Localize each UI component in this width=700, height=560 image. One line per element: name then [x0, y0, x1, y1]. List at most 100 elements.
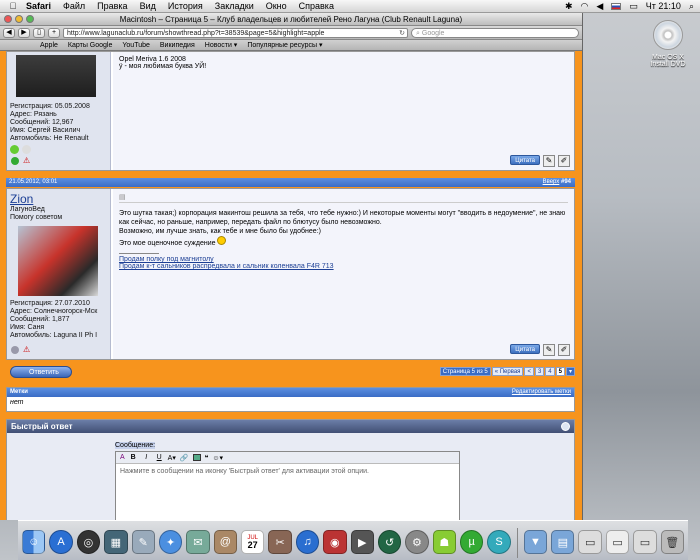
dvd-icon[interactable]: [653, 20, 683, 50]
pager-prev[interactable]: <: [524, 367, 534, 376]
bookmark-wikipedia[interactable]: Википедия: [160, 42, 195, 49]
apple-menu-icon[interactable]: : [6, 1, 20, 11]
pager-page-3[interactable]: 3: [534, 367, 545, 376]
forward-button[interactable]: ▶: [18, 27, 30, 38]
stack-icon[interactable]: ▭: [578, 530, 602, 554]
battery-icon[interactable]: ▭: [629, 1, 638, 12]
photo-icon[interactable]: ✂: [268, 530, 292, 554]
mail-icon[interactable]: ✉: [186, 530, 210, 554]
post-94: Zion ЛагуноВед Помогу советом Регистраци…: [6, 188, 575, 360]
skype-icon[interactable]: S: [487, 530, 511, 554]
bookmark-news[interactable]: Новости ▾: [205, 41, 238, 49]
time-machine-icon[interactable]: ↺: [377, 530, 402, 554]
signature-link-1[interactable]: Продам полку под магнитолу: [119, 256, 568, 263]
menu-file[interactable]: Файл: [57, 1, 91, 11]
language-flag-icon[interactable]: [611, 2, 622, 10]
menu-history[interactable]: История: [162, 1, 209, 11]
desktop-dvd[interactable]: Mac OS X Install DVD: [640, 20, 696, 68]
quick-reply-icon[interactable]: ✐: [558, 155, 570, 167]
quote-button[interactable]: Цитата: [510, 155, 540, 165]
address-book-icon[interactable]: @: [213, 530, 237, 554]
downloads-folder-icon[interactable]: ▼: [523, 530, 548, 554]
wifi-icon[interactable]: ◠: [581, 1, 589, 12]
report-icon[interactable]: ⚠: [23, 157, 30, 165]
signature-link-2[interactable]: Продам к-т сальников распредвала и сальн…: [119, 263, 568, 270]
clock[interactable]: Чт 21:10: [646, 1, 681, 11]
search-input[interactable]: ⌕ Google: [411, 27, 579, 38]
editor-hint: Нажмите в сообщении на иконку 'Быстрый о…: [120, 468, 369, 475]
add-bookmark-button[interactable]: +: [48, 27, 60, 38]
post-number[interactable]: #94: [561, 179, 571, 185]
android-icon[interactable]: ☗: [432, 530, 456, 554]
search-icon: ⌕: [416, 29, 420, 37]
address-bar[interactable]: http://www.lagunaclub.ru/forum/showthrea…: [63, 27, 408, 38]
multiquote-icon[interactable]: ✎: [543, 155, 555, 167]
color-icon[interactable]: A▾: [168, 454, 176, 462]
pager-menu-icon[interactable]: ▾: [565, 367, 575, 376]
menu-edit[interactable]: Правка: [91, 1, 133, 11]
documents-folder-icon[interactable]: ▤: [551, 530, 575, 554]
preview-icon[interactable]: ✎: [131, 530, 155, 554]
facetime-icon[interactable]: ▶: [350, 530, 374, 554]
zoom-button[interactable]: [26, 15, 34, 23]
close-button[interactable]: [4, 15, 12, 23]
thread-nav-row: Ответить Страница 5 из 5 « Первая < 3 4 …: [6, 365, 575, 379]
link-icon[interactable]: 🔗: [180, 454, 189, 462]
bookmark-google-maps[interactable]: Карты Google: [68, 42, 112, 49]
menu-help[interactable]: Справка: [293, 1, 340, 11]
menu-app[interactable]: Safari: [20, 1, 57, 11]
back-button[interactable]: ◀: [3, 27, 15, 38]
smilies-icon[interactable]: ☺▾: [212, 454, 223, 462]
username-link[interactable]: Zion: [10, 192, 33, 206]
edit-tags-link[interactable]: Редактировать метки: [512, 388, 571, 397]
top-link[interactable]: Вверх: [543, 179, 560, 185]
trash-icon[interactable]: 🗑: [660, 530, 684, 554]
app-store-icon[interactable]: A: [49, 530, 73, 554]
stack-icon[interactable]: ▭: [605, 530, 630, 554]
quick-reply-icon[interactable]: ✐: [558, 344, 570, 356]
quote-button[interactable]: Цитата: [510, 344, 540, 354]
report-icon[interactable]: ⚠: [23, 346, 30, 354]
user-panel: Регистрация: 05.05.2008 Адрес: Рязань Со…: [7, 52, 111, 170]
menu-bookmarks[interactable]: Закладки: [209, 1, 260, 11]
reply-button[interactable]: Ответить: [10, 366, 72, 378]
safari-icon[interactable]: ✦: [158, 530, 183, 554]
image-icon[interactable]: [192, 454, 201, 461]
italic-button[interactable]: I: [142, 454, 151, 461]
window-title: Macintosh – Страница 5 – Клуб владельцев…: [119, 15, 463, 24]
dashboard-icon[interactable]: ◎: [76, 530, 101, 554]
calendar-icon[interactable]: JUL 27: [241, 530, 265, 554]
itunes-icon[interactable]: ♫: [295, 530, 320, 554]
browser-window: Macintosh – Страница 5 – Клуб владельцев…: [0, 13, 583, 520]
window-titlebar[interactable]: Macintosh – Страница 5 – Клуб владельцев…: [0, 13, 582, 26]
pager-first[interactable]: « Первая: [491, 367, 524, 376]
quick-reply-box: Быстрый ответ Сообщение: A B I U A▾ 🔗 ❝: [6, 419, 575, 520]
bookmark-apple[interactable]: Apple: [40, 42, 58, 49]
bookmarks-bar: Apple Карты Google YouTube Википедия Нов…: [0, 40, 582, 51]
bluetooth-icon[interactable]: ✱: [565, 1, 573, 12]
volume-icon[interactable]: ◀: [596, 1, 603, 12]
underline-button[interactable]: U: [155, 454, 164, 461]
minimize-button[interactable]: [15, 15, 23, 23]
pager-page-4[interactable]: 4: [545, 367, 555, 376]
photo-booth-icon[interactable]: ◉: [323, 530, 347, 554]
reload-icon[interactable]: ↻: [399, 29, 405, 37]
bold-button[interactable]: B: [129, 454, 138, 461]
stack-icon[interactable]: ▭: [633, 530, 657, 554]
spotlight-icon[interactable]: ⌕: [689, 1, 694, 12]
utorrent-icon[interactable]: µ: [460, 530, 484, 554]
bookmarks-icon[interactable]: ▯: [33, 27, 45, 38]
bookmark-youtube[interactable]: YouTube: [122, 42, 150, 49]
reg-date: Регистрация: 27.07.2010: [10, 300, 90, 307]
font-icon[interactable]: A: [120, 454, 125, 461]
collapse-icon[interactable]: [561, 422, 570, 431]
mission-control-icon[interactable]: ▦: [104, 530, 128, 554]
menu-view[interactable]: Вид: [134, 1, 162, 11]
quote-icon[interactable]: ❝: [205, 454, 209, 462]
system-preferences-icon[interactable]: ⚙: [405, 530, 429, 554]
multiquote-icon[interactable]: ✎: [543, 344, 555, 356]
message-editor[interactable]: A B I U A▾ 🔗 ❝ ☺▾ Нажмите в сообщении на…: [115, 451, 460, 520]
finder-icon[interactable]: ☺: [22, 530, 46, 554]
bookmark-popular[interactable]: Популярные ресурсы ▾: [247, 41, 322, 49]
menu-window[interactable]: Окно: [260, 1, 293, 11]
